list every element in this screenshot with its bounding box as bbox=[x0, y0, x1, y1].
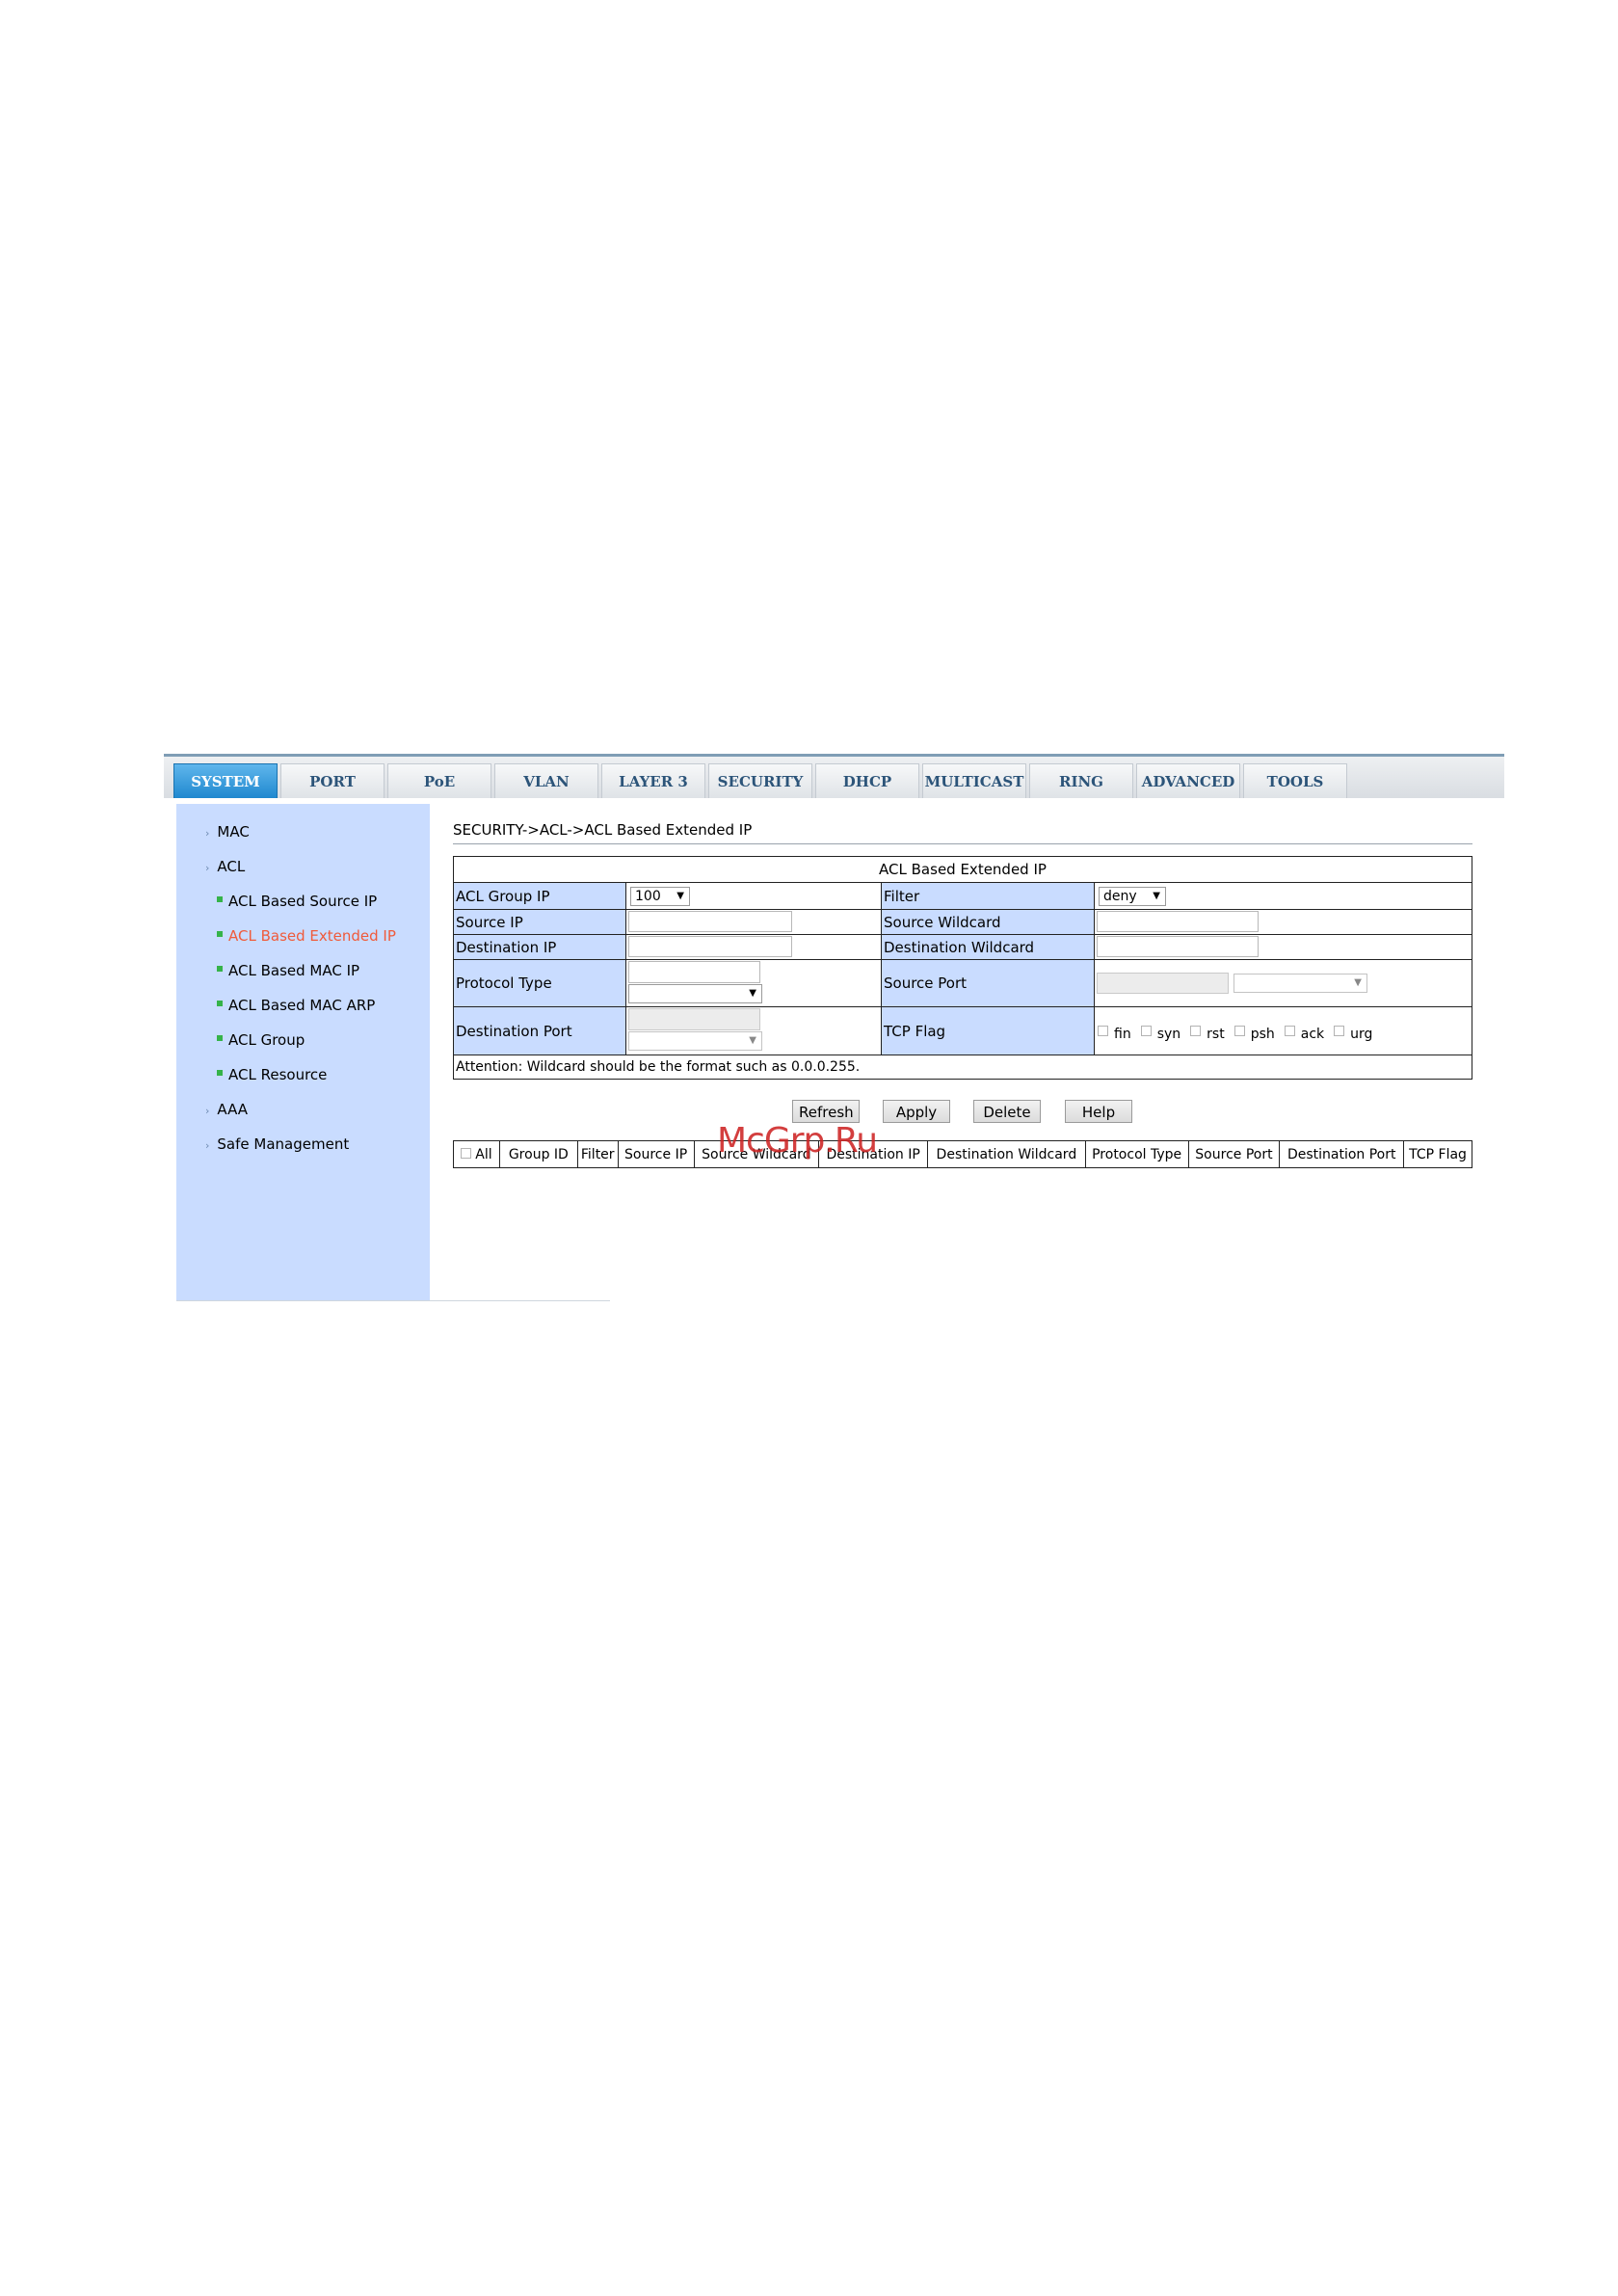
acl-group-ip-label: ACL Group IP bbox=[454, 883, 625, 909]
source-port-label: Source Port bbox=[882, 960, 1094, 1006]
bullet-icon bbox=[217, 930, 223, 937]
table-header-destination-wildcard: Destination Wildcard bbox=[928, 1141, 1086, 1167]
tcp-flag-label: TCP Flag bbox=[882, 1007, 1094, 1055]
source-wildcard-input[interactable] bbox=[1097, 911, 1259, 932]
tcp-flag-ack[interactable]: ack bbox=[1284, 1026, 1324, 1042]
filter-select[interactable]: deny ▼ bbox=[1099, 887, 1166, 906]
tcp-flag-fin[interactable]: fin bbox=[1098, 1026, 1131, 1042]
apply-button[interactable]: Apply bbox=[883, 1100, 950, 1123]
tab-vlan[interactable]: VLAN bbox=[494, 763, 598, 798]
sidebar-item-acl-based-mac-ip[interactable]: ACL Based MAC IP bbox=[217, 960, 359, 981]
source-ip-input[interactable] bbox=[628, 911, 792, 932]
table-header-source-wildcard: Source Wildcard bbox=[695, 1141, 820, 1167]
tab-port[interactable]: PORT bbox=[280, 763, 385, 798]
protocol-type-label: Protocol Type bbox=[454, 960, 625, 1006]
destination-ip-input[interactable] bbox=[628, 936, 792, 957]
chevron-right-icon: › bbox=[205, 1105, 210, 1117]
caret-down-icon: ▼ bbox=[1153, 891, 1160, 901]
delete-button[interactable]: Delete bbox=[973, 1100, 1041, 1123]
sidebar-item-acl-group[interactable]: ACL Group bbox=[217, 1029, 305, 1051]
table-header-destination-port: Destination Port bbox=[1280, 1141, 1405, 1167]
table-header-tcp-flag: TCP Flag bbox=[1409, 1146, 1467, 1162]
sidebar-item-aaa[interactable]: › AAA bbox=[205, 1099, 248, 1120]
checkbox[interactable] bbox=[1190, 1026, 1202, 1036]
attention-note: Attention: Wildcard should be the format… bbox=[456, 1059, 861, 1075]
acl-results-table: All Group ID Filter Source IP Source Wil… bbox=[453, 1140, 1472, 1168]
bullet-icon bbox=[217, 965, 223, 972]
chevron-right-icon: › bbox=[205, 862, 210, 874]
breadcrumb: SECURITY->ACL->ACL Based Extended IP bbox=[453, 821, 753, 839]
table-header-protocol-type: Protocol Type bbox=[1086, 1141, 1189, 1167]
tab-system[interactable]: SYSTEM bbox=[173, 763, 278, 798]
checkbox[interactable] bbox=[1284, 1026, 1295, 1036]
sidebar: › MAC › ACL ACL Based Source IP ACL Based … bbox=[176, 804, 430, 1300]
tab-layer3[interactable]: LAYER 3 bbox=[601, 763, 705, 798]
tab-tools[interactable]: TOOLS bbox=[1243, 763, 1347, 798]
help-button[interactable]: Help bbox=[1065, 1100, 1132, 1123]
chevron-right-icon: › bbox=[205, 1139, 210, 1152]
caret-down-icon: ▼ bbox=[1354, 977, 1362, 988]
tcp-flag-options: fin syn rst psh ack urg bbox=[1098, 1026, 1380, 1042]
sidebar-item-acl-based-extended-ip[interactable]: ACL Based Extended IP bbox=[217, 925, 396, 947]
sidebar-item-acl-based-source-ip[interactable]: ACL Based Source IP bbox=[217, 891, 377, 912]
source-wildcard-label: Source Wildcard bbox=[882, 910, 1094, 934]
divider bbox=[176, 1300, 610, 1301]
source-port-input[interactable] bbox=[1097, 973, 1229, 994]
sidebar-item-safe-management[interactable]: › Safe Management bbox=[205, 1134, 349, 1155]
acl-extended-ip-form: ACL Based Extended IP ACL Group IP 100 ▼ … bbox=[453, 856, 1472, 1080]
tcp-flag-rst[interactable]: rst bbox=[1190, 1026, 1225, 1042]
sidebar-item-mac[interactable]: › MAC bbox=[205, 821, 250, 842]
table-header-source-port: Source Port bbox=[1189, 1141, 1281, 1167]
tab-advanced[interactable]: ADVANCED bbox=[1136, 763, 1240, 798]
main-tabs: SYSTEM PORT PoE VLAN LAYER 3 SECURITY DH… bbox=[173, 763, 1350, 798]
destination-port-select[interactable]: ▼ bbox=[628, 1031, 762, 1051]
divider bbox=[453, 843, 1472, 844]
tcp-flag-syn[interactable]: syn bbox=[1140, 1026, 1180, 1042]
sidebar-item-acl[interactable]: › ACL bbox=[205, 856, 245, 877]
tab-poe[interactable]: PoE bbox=[387, 763, 491, 798]
caret-down-icon: ▼ bbox=[676, 891, 684, 901]
select-all-checkbox[interactable] bbox=[461, 1148, 472, 1159]
destination-wildcard-label: Destination Wildcard bbox=[882, 935, 1094, 959]
tab-dhcp[interactable]: DHCP bbox=[815, 763, 919, 798]
bullet-icon bbox=[217, 1000, 223, 1006]
checkbox[interactable] bbox=[1140, 1026, 1152, 1036]
protocol-type-select[interactable]: ▼ bbox=[628, 984, 762, 1003]
table-header-filter: Filter bbox=[578, 1141, 619, 1167]
sidebar-item-acl-based-mac-arp[interactable]: ACL Based MAC ARP bbox=[217, 995, 375, 1016]
tcp-flag-urg[interactable]: urg bbox=[1334, 1026, 1372, 1042]
sidebar-item-acl-resource[interactable]: ACL Resource bbox=[217, 1064, 327, 1085]
acl-group-ip-select[interactable]: 100 ▼ bbox=[630, 887, 690, 906]
bullet-icon bbox=[217, 895, 223, 902]
top-navigation-bar: SYSTEM PORT PoE VLAN LAYER 3 SECURITY DH… bbox=[164, 754, 1504, 798]
protocol-type-input[interactable] bbox=[628, 961, 760, 983]
filter-label: Filter bbox=[882, 883, 1094, 909]
refresh-button[interactable]: Refresh bbox=[792, 1100, 860, 1123]
destination-wildcard-input[interactable] bbox=[1097, 936, 1259, 957]
table-header-source-ip: Source IP bbox=[619, 1141, 695, 1167]
destination-port-input[interactable] bbox=[628, 1008, 760, 1030]
destination-port-label: Destination Port bbox=[454, 1007, 625, 1055]
form-title: ACL Based Extended IP bbox=[879, 861, 1047, 878]
destination-ip-label: Destination IP bbox=[454, 935, 625, 959]
checkbox[interactable] bbox=[1233, 1026, 1245, 1036]
table-header-destination-ip: Destination IP bbox=[819, 1141, 929, 1167]
source-port-select[interactable]: ▼ bbox=[1233, 974, 1367, 993]
app-window: SYSTEM PORT PoE VLAN LAYER 3 SECURITY DH… bbox=[164, 754, 1504, 1305]
tab-security[interactable]: SECURITY bbox=[708, 763, 812, 798]
bullet-icon bbox=[217, 1069, 223, 1076]
source-ip-label: Source IP bbox=[454, 910, 625, 934]
tab-multicast[interactable]: MULTICAST bbox=[922, 763, 1026, 798]
tab-ring[interactable]: RING bbox=[1029, 763, 1133, 798]
tcp-flag-psh[interactable]: psh bbox=[1233, 1026, 1275, 1042]
checkbox[interactable] bbox=[1098, 1026, 1108, 1036]
caret-down-icon: ▼ bbox=[749, 1035, 756, 1046]
table-header-group-id: Group ID bbox=[500, 1141, 578, 1167]
bullet-icon bbox=[217, 1034, 223, 1041]
caret-down-icon: ▼ bbox=[749, 988, 756, 999]
chevron-right-icon: › bbox=[205, 827, 210, 840]
table-header-select-all[interactable]: All bbox=[454, 1141, 500, 1167]
checkbox[interactable] bbox=[1334, 1026, 1345, 1036]
